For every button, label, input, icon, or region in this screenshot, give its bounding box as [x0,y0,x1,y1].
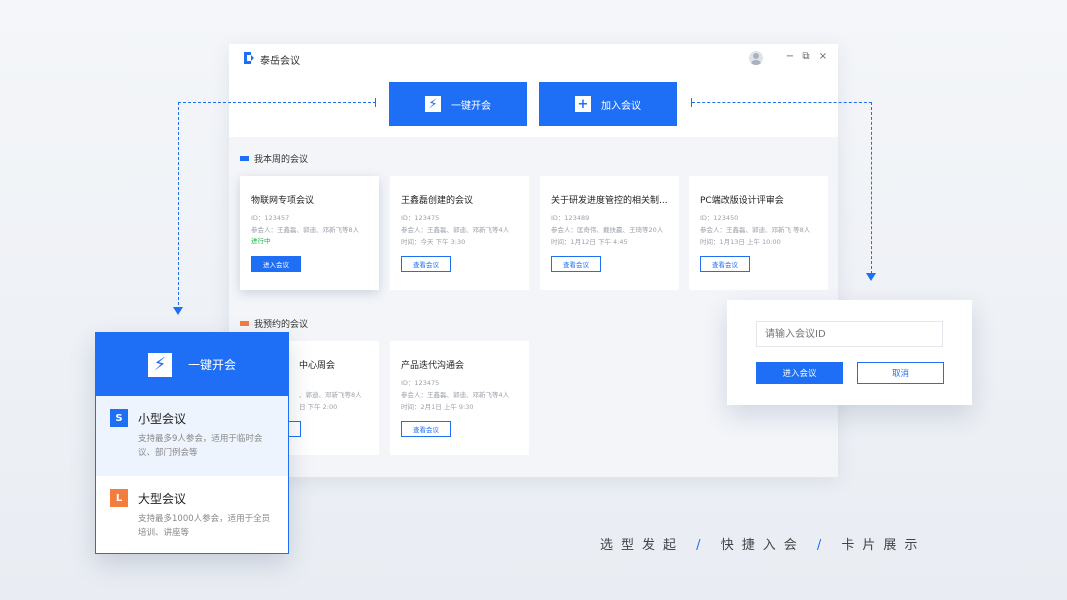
card-title: 物联网专项会议 [251,196,315,206]
booked-title-text: 我预约的会议 [254,320,309,330]
option-title: 小型会议 [138,412,187,426]
status-badge: 进行中 [251,237,271,245]
title-bar: 泰岳会议 − ⧉ × ⚡ 一键开会 + 加入会议 [229,44,838,137]
view-meeting-button[interactable]: 查看会议 [700,256,750,272]
quick-start-menu: ⚡ 一键开会 S 小型会议 支持最多9人参会，适用于临时会议、部门例会等 L 大… [95,332,289,554]
minimize-icon[interactable]: − [784,51,796,63]
quick-start-menu-title: 一键开会 [187,358,236,372]
card-id: ID：123475 [401,379,440,387]
app-title: 泰岳会议 [260,56,300,67]
arrow-down-icon [173,307,183,315]
join-meeting-dialog: 进入会议 取消 [727,300,972,405]
option-desc: 支持最多1000人参会，适用于全员培训、讲座等 [138,514,271,538]
card-members: 、郭迪、邓新飞等8人 [299,391,362,399]
card-title: 关于研发进度管控的相关制... [551,196,668,206]
section-marker [240,321,249,326]
meeting-card[interactable]: PC端改版设计评审会 ID：123450 参会人：王鑫磊、郭迪、邓新飞 等8人 … [689,176,828,290]
feature-tagline: 选型发起 / 快捷入会 / 卡片展示 [600,534,925,553]
connector-line [178,102,376,103]
connector-line [691,98,692,107]
card-time: 日 下午 2:00 [299,403,338,411]
card-members: 参会人：匡奇伟、戴扶赢、王琦等20人 [551,226,664,234]
arrow-down-icon [866,273,876,281]
restore-icon[interactable]: ⧉ [800,51,812,63]
large-badge-icon: L [110,489,128,507]
meeting-id-input[interactable] [756,321,943,347]
meeting-card[interactable]: 产品迭代沟通会 ID：123475 参会人：王鑫磊、郭迪、邓新飞等4人 时间：2… [390,341,529,455]
quick-start-menu-header[interactable]: ⚡ 一键开会 [96,333,288,396]
tagline-separator: / [816,538,830,553]
connector-line [871,102,872,274]
meeting-card[interactable]: 物联网专项会议 ID：123457 参会人：王鑫磊、郭迪、邓新飞等8人 进行中 … [240,176,379,290]
view-meeting-button[interactable]: 查看会议 [401,256,451,272]
view-meeting-button[interactable]: 查看会议 [551,256,601,272]
connector-line [375,98,376,107]
small-meeting-option[interactable]: S 小型会议 支持最多9人参会，适用于临时会议、部门例会等 [96,396,288,476]
card-members: 参会人：王鑫磊、郭迪、邓新飞等8人 [251,226,360,234]
meeting-card[interactable]: 王鑫磊创建的会议 ID：123475 参会人：王鑫磊、郭迪、邓新飞等4人 时间：… [390,176,529,290]
option-title: 大型会议 [138,492,187,506]
tagline-separator: / [696,538,709,553]
app-logo-icon [244,52,254,64]
lightning-icon: ⚡ [425,96,441,112]
quick-start-button[interactable]: ⚡ 一键开会 [389,82,527,126]
card-id: ID：123489 [551,214,590,222]
app-window: 泰岳会议 − ⧉ × ⚡ 一键开会 + 加入会议 我本周的会议 物联网专项会议 … [229,44,838,477]
meeting-card[interactable]: 关于研发进度管控的相关制... ID：123489 参会人：匡奇伟、戴扶赢、王琦… [540,176,679,290]
join-meeting-label: 加入会议 [601,100,641,112]
tagline-part: 选型发起 [600,538,685,553]
card-time: 时间：1月12日 下午 4:45 [551,238,628,246]
connector-line [692,102,872,103]
card-time: 时间：2月1日 上午 9:30 [401,403,474,411]
weekly-section-title: 我本周的会议 [240,152,308,165]
enter-meeting-button[interactable]: 进入会议 [251,256,301,272]
booked-section-title: 我预约的会议 [240,317,308,330]
connector-line [178,102,179,310]
option-desc: 支持最多9人参会，适用于临时会议、部门例会等 [138,434,263,458]
weekly-title-text: 我本周的会议 [254,155,309,165]
large-meeting-option[interactable]: L 大型会议 支持最多1000人参会，适用于全员培训、讲座等 [96,476,288,556]
lightning-icon: ⚡ [147,352,172,377]
card-id: ID：123457 [251,214,290,222]
card-members: 参会人：王鑫磊、郭迪、邓新飞等4人 [401,391,510,399]
small-badge-icon: S [110,409,128,427]
card-time: 时间：1月13日 上午 10:00 [700,238,781,246]
enter-meeting-button[interactable]: 进入会议 [756,362,843,384]
card-members: 参会人：王鑫磊、郭迪、邓新飞等4人 [401,226,510,234]
tagline-part: 卡片展示 [841,538,926,553]
cancel-button[interactable]: 取消 [857,362,944,384]
tagline-part: 快捷入会 [720,538,805,553]
quick-start-label: 一键开会 [451,100,491,112]
card-id: ID：123475 [401,214,440,222]
avatar[interactable] [749,51,763,65]
join-meeting-button[interactable]: + 加入会议 [539,82,677,126]
card-id: ID：123450 [700,214,739,222]
close-icon[interactable]: × [817,51,829,63]
card-title: 王鑫磊创建的会议 [401,196,474,206]
card-time: 时间：今天 下午 3:30 [401,238,466,246]
card-title: PC端改版设计评审会 [700,196,784,206]
card-title: 产品迭代沟通会 [401,361,465,371]
section-marker [240,156,249,161]
card-members: 参会人：王鑫磊、郭迪、邓新飞 等8人 [700,226,811,234]
plus-icon: + [575,96,591,112]
view-meeting-button[interactable]: 查看会议 [401,421,451,437]
